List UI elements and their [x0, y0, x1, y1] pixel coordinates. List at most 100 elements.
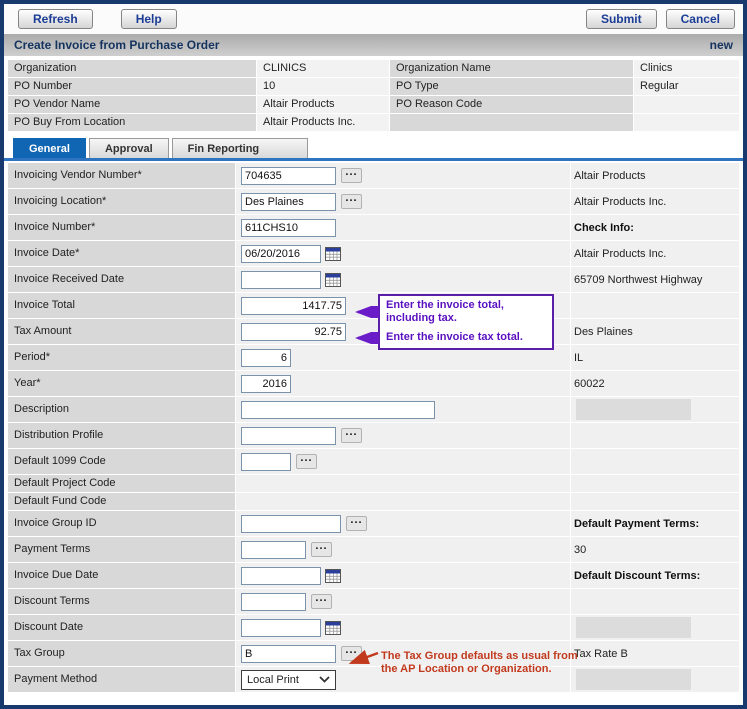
form-row: Invoice Received Date 65709 Northwest Hi…: [8, 267, 739, 292]
default-discount-terms-heading: Default Discount Terms:: [574, 570, 700, 582]
field-label: PO Number: [8, 78, 256, 95]
discount-terms-input[interactable]: [241, 593, 306, 611]
invoice-total-input[interactable]: [241, 297, 346, 315]
discount-date-input[interactable]: [241, 619, 321, 637]
payment-terms-input[interactable]: [241, 541, 306, 559]
discount-terms-lookup-icon[interactable]: [311, 594, 332, 609]
form-row: Discount Date: [8, 615, 739, 640]
form-row: Period* IL: [8, 345, 739, 370]
default-1099-lookup-icon[interactable]: [296, 454, 317, 469]
form-row: Description: [8, 397, 739, 422]
invoicing-location-input[interactable]: [241, 193, 336, 211]
tab-general[interactable]: General: [13, 138, 86, 158]
field-label: Invoice Due Date: [8, 563, 235, 588]
form-row: Invoice Group ID Default Payment Terms:: [8, 511, 739, 536]
invoicing-vendor-number-input[interactable]: [241, 167, 336, 185]
form-row: Distribution Profile: [8, 423, 739, 448]
check-info-heading: Check Info:: [574, 222, 634, 234]
field-label: Invoicing Vendor Number*: [8, 163, 235, 188]
annotation-callout-box: Enter the invoice total, including tax. …: [378, 294, 554, 350]
field-label: PO Vendor Name: [8, 96, 256, 113]
description-input[interactable]: [241, 401, 435, 419]
create-invoice-window: Refresh Help Submit Cancel Create Invoic…: [0, 0, 747, 709]
tab-fin-reporting[interactable]: Fin Reporting: [172, 138, 309, 158]
field-label: Tax Group: [8, 641, 235, 666]
form-row: Payment Terms 30: [8, 537, 739, 562]
form-row: Discount Terms: [8, 589, 739, 614]
submit-button[interactable]: Submit: [586, 9, 657, 29]
tab-approval[interactable]: Approval: [89, 138, 169, 158]
red-arrow-icon: [342, 650, 380, 668]
field-label: PO Type: [390, 78, 633, 95]
check-city-text: Des Plaines: [574, 326, 633, 338]
field-label: Invoice Date*: [8, 241, 235, 266]
purple-left-arrow-icon: [348, 332, 380, 344]
invoice-date-input[interactable]: [241, 245, 321, 263]
field-label: PO Buy From Location: [8, 114, 256, 131]
chevron-down-icon: [319, 676, 330, 683]
check-state-text: IL: [574, 352, 583, 364]
form-row: Default Fund Code: [8, 493, 739, 510]
field-label: Invoice Number*: [8, 215, 235, 240]
po-header-row: Organization CLINICS Organization Name C…: [8, 60, 739, 77]
field-label: PO Reason Code: [390, 96, 633, 113]
purple-left-arrow-icon: [348, 306, 380, 318]
title-bar: Create Invoice from Purchase Order new: [4, 34, 743, 56]
field-value: Altair Products: [257, 96, 389, 113]
invoice-received-date-input[interactable]: [241, 271, 321, 289]
readonly-field-box: [576, 669, 691, 690]
readonly-field-box: [576, 399, 691, 420]
distribution-profile-lookup-icon[interactable]: [341, 428, 362, 443]
distribution-profile-input[interactable]: [241, 427, 336, 445]
tax-group-note: The Tax Group defaults as usual from the…: [381, 650, 579, 676]
toolbar: Refresh Help Submit Cancel: [4, 4, 743, 34]
period-input[interactable]: [241, 349, 291, 367]
form-row: Default Project Code: [8, 475, 739, 492]
invoice-due-date-input[interactable]: [241, 567, 321, 585]
year-input[interactable]: [241, 375, 291, 393]
field-label: Year*: [8, 371, 235, 396]
payment-terms-lookup-icon[interactable]: [311, 542, 332, 557]
po-header-row: PO Number 10 PO Type Regular: [8, 78, 739, 95]
payment-method-select[interactable]: Local Print: [241, 670, 336, 690]
form-row: Default 1099 Code: [8, 449, 739, 474]
help-button[interactable]: Help: [121, 9, 177, 29]
po-header-panel: Organization CLINICS Organization Name C…: [8, 60, 739, 131]
tax-group-input[interactable]: [241, 645, 336, 663]
field-label: Invoice Group ID: [8, 511, 235, 536]
field-value: [634, 96, 739, 113]
invoice-group-lookup-icon[interactable]: [346, 516, 367, 531]
field-value: CLINICS: [257, 60, 389, 77]
form-row: Invoicing Location* Altair Products Inc.: [8, 189, 739, 214]
form-row: Invoice Date* Altair Products Inc.: [8, 241, 739, 266]
calendar-icon[interactable]: [325, 569, 341, 583]
form-row: Payment Method Local Print: [8, 667, 739, 692]
tax-amount-input[interactable]: [241, 323, 346, 341]
po-header-row: PO Buy From Location Altair Products Inc…: [8, 114, 739, 131]
po-header-row: PO Vendor Name Altair Products PO Reason…: [8, 96, 739, 113]
cancel-button[interactable]: Cancel: [666, 9, 735, 29]
tax-rate-text: Tax Rate B: [574, 648, 628, 660]
default-1099-code-input[interactable]: [241, 453, 291, 471]
general-tab-form: Invoicing Vendor Number* Altair Products…: [8, 163, 739, 692]
location-name-text: Altair Products Inc.: [574, 196, 666, 208]
field-label: Period*: [8, 345, 235, 370]
field-value: [634, 114, 739, 131]
page-title: Create Invoice from Purchase Order: [14, 38, 219, 52]
invoice-group-id-input[interactable]: [241, 515, 341, 533]
field-label: Distribution Profile: [8, 423, 235, 448]
field-label: Default Fund Code: [8, 493, 235, 510]
field-label: Payment Terms: [8, 537, 235, 562]
calendar-icon[interactable]: [325, 621, 341, 635]
field-label: Organization Name: [390, 60, 633, 77]
calendar-icon[interactable]: [325, 273, 341, 287]
calendar-icon[interactable]: [325, 247, 341, 261]
invoice-number-input[interactable]: [241, 219, 336, 237]
field-label: Payment Method: [8, 667, 235, 692]
field-value: Altair Products Inc.: [257, 114, 389, 131]
vendor-lookup-icon[interactable]: [341, 168, 362, 183]
field-label: Invoicing Location*: [8, 189, 235, 214]
location-lookup-icon[interactable]: [341, 194, 362, 209]
field-label: Default Project Code: [8, 475, 235, 492]
refresh-button[interactable]: Refresh: [18, 9, 93, 29]
